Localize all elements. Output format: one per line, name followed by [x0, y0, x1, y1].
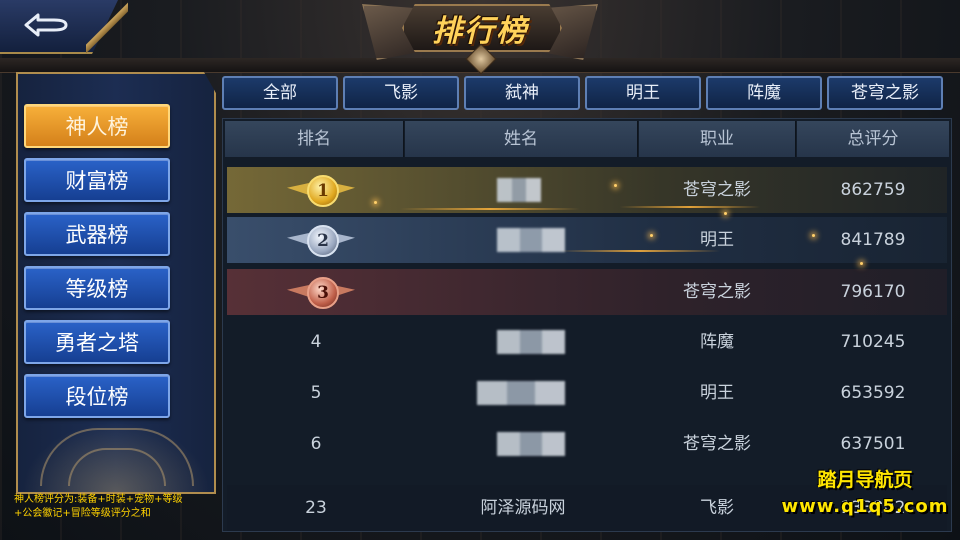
table-row[interactable]: 1 苍穹之影 862759	[227, 167, 947, 213]
rank-number: 1	[307, 175, 339, 207]
watermark-line-2: www.q1q5.com	[781, 496, 949, 517]
medal-wing-icon	[287, 183, 309, 195]
sparkle-streak	[560, 250, 720, 252]
sparkle-icon	[650, 234, 653, 237]
silver-medal-icon: 2	[287, 223, 355, 257]
class-cell: 明王	[700, 383, 734, 403]
score-description-line-2: +公会徽记+冒险等级评分之和	[14, 508, 151, 519]
class-cell: 明王	[700, 230, 734, 250]
score-cell: 841789	[840, 230, 906, 250]
sidebar-item-shenren[interactable]: 神人榜	[24, 104, 170, 148]
tab-zhenmo[interactable]: 阵魔	[706, 76, 822, 110]
score-cell: 637501	[840, 434, 906, 454]
name-redacted	[497, 432, 565, 456]
sparkle-icon	[724, 212, 727, 215]
sparkle-icon	[812, 234, 815, 237]
title-emblem: 排行榜	[362, 0, 598, 75]
sidebar-item-wealth[interactable]: 财富榜	[24, 158, 170, 202]
tab-mingwang[interactable]: 明王	[585, 76, 701, 110]
rank-number: 3	[307, 277, 339, 309]
table-row[interactable]: 3 苍穹之影 796170	[227, 269, 947, 315]
header-class: 职业	[639, 121, 796, 157]
my-rank-cell: 23	[305, 498, 327, 518]
sparkle-streak	[620, 206, 760, 208]
tab-all[interactable]: 全部	[222, 76, 338, 110]
sidebar-item-level[interactable]: 等级榜	[24, 266, 170, 310]
rank-cell: 4	[310, 332, 322, 352]
score-cell: 710245	[840, 332, 906, 352]
medal-wing-icon	[287, 285, 309, 297]
name-redacted	[497, 330, 565, 354]
header-score: 总评分	[797, 121, 949, 157]
rank-number: 2	[307, 225, 339, 257]
tab-cangqiong[interactable]: 苍穹之影	[827, 76, 943, 110]
score-description-line-1: 神人榜评分为:装备+时装+宠物+等级	[14, 494, 183, 505]
sidebar-item-rank-tier[interactable]: 段位榜	[24, 374, 170, 418]
score-cell: 653592	[840, 383, 906, 403]
table-row[interactable]: 6 苍穹之影 637501	[227, 421, 947, 467]
header-rank: 排名	[225, 121, 404, 157]
class-cell: 苍穹之影	[683, 282, 751, 302]
sparkle-icon	[614, 184, 617, 187]
rank-cell: 5	[310, 383, 322, 403]
tab-feiying[interactable]: 飞影	[343, 76, 459, 110]
name-redacted	[497, 228, 565, 252]
table-row[interactable]: 2 明王 841789	[227, 217, 947, 263]
rank-cell: 6	[310, 434, 322, 454]
header-name: 姓名	[405, 121, 638, 157]
watermark-line-1: 踏月导航页	[817, 469, 913, 491]
medal-wing-icon	[287, 233, 309, 245]
class-cell: 阵魔	[700, 332, 734, 352]
score-description: 神人榜评分为:装备+时装+宠物+等级 +公会徽记+冒险等级评分之和	[14, 493, 224, 521]
gold-medal-icon: 1	[287, 173, 355, 207]
name-redacted	[497, 178, 541, 202]
table-row[interactable]: 5 明王 653592	[227, 370, 947, 416]
my-name-cell: 阿泽源码网	[480, 498, 566, 518]
sparkle-icon	[860, 262, 863, 265]
watermark: 踏月导航页 www.q1q5.com	[770, 466, 960, 520]
table-row[interactable]: 4 阵魔 710245	[227, 319, 947, 365]
tab-shishen[interactable]: 弑神	[464, 76, 580, 110]
sparkle-icon	[374, 201, 377, 204]
back-arrow-icon	[24, 13, 68, 37]
name-redacted	[477, 381, 565, 405]
score-cell: 796170	[840, 282, 906, 302]
bronze-medal-icon: 3	[287, 275, 355, 309]
class-cell: 苍穹之影	[683, 434, 751, 454]
score-cell: 862759	[840, 180, 906, 200]
sparkle-streak	[400, 208, 580, 210]
sidebar-item-weapon[interactable]: 武器榜	[24, 212, 170, 256]
sidebar-item-tower[interactable]: 勇者之塔	[24, 320, 170, 364]
back-button-trim	[86, 0, 128, 56]
